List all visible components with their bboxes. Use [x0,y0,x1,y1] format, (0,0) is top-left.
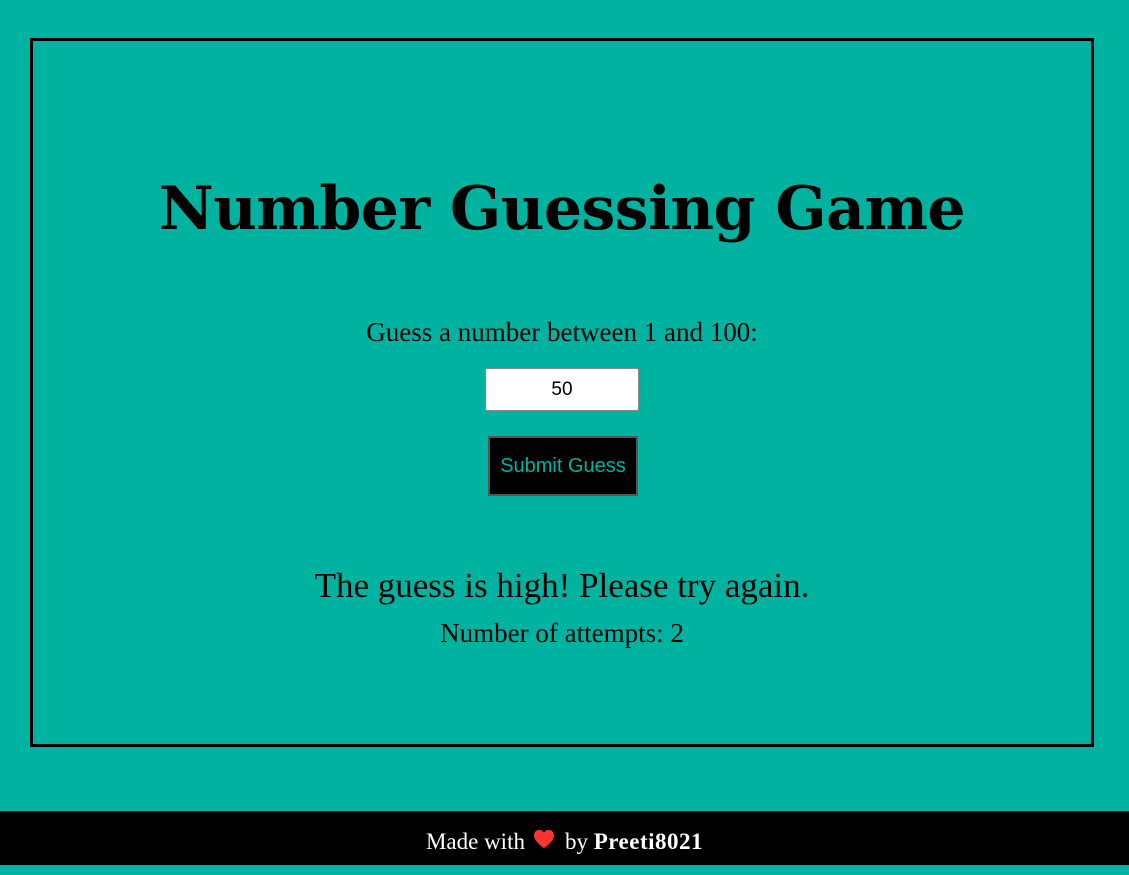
heart-icon [533,811,555,873]
guess-prompt: Guess a number between 1 and 100: [366,317,758,347]
footer: Made with by Preeti8021 [0,811,1129,865]
page-title: Number Guessing Game [158,174,966,244]
submit-guess-button[interactable]: Submit Guess [488,436,638,496]
footer-made-with: Made with [425,829,525,854]
game-container: Number Guessing Game Guess a number betw… [30,38,1094,747]
feedback-message: The guess is high! Please try again. [314,566,810,605]
footer-by: by [564,829,588,854]
attempts-counter: Number of attempts: 2 [440,618,684,648]
guess-input[interactable] [485,368,639,411]
footer-author[interactable]: Preeti8021 [594,829,703,854]
